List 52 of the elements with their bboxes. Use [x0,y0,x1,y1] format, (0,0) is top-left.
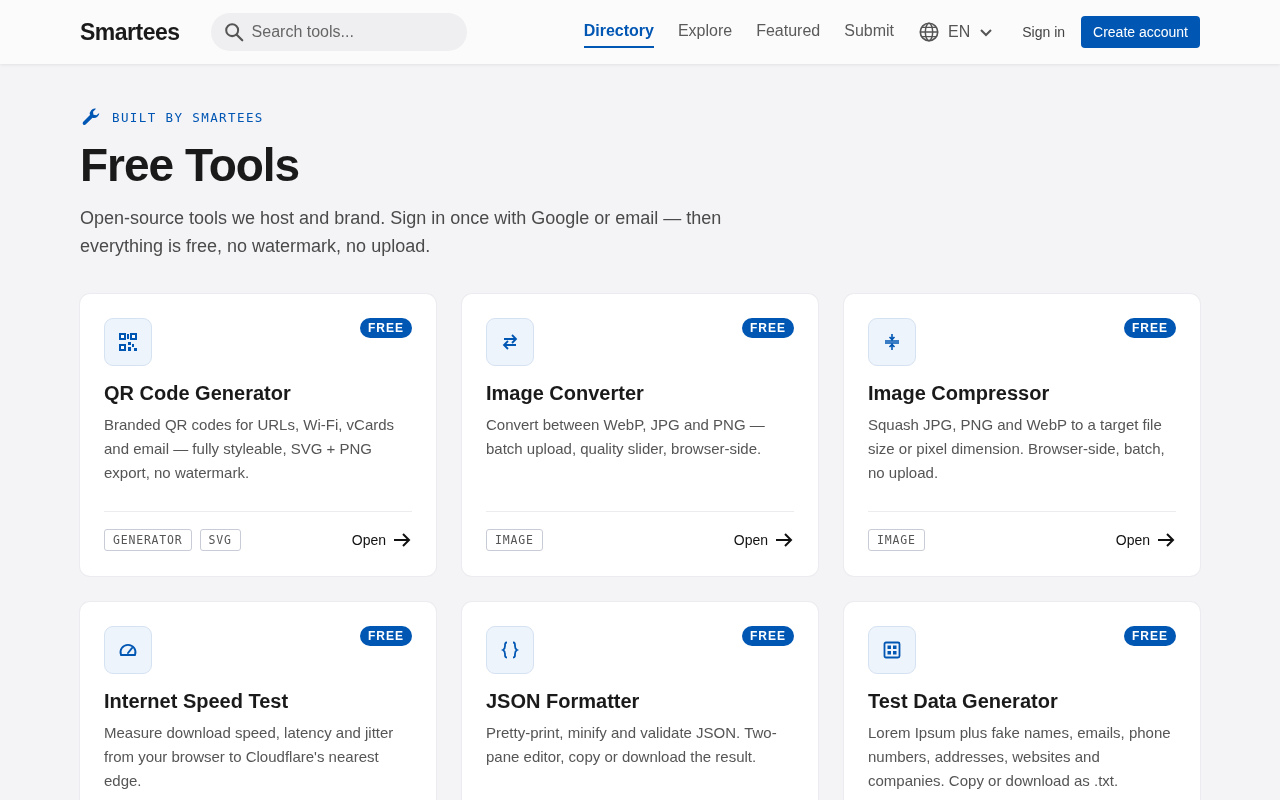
tool-card[interactable]: FREE Test Data Generator Lorem Ipsum plus fake names, emails, phone numbers, addresses, websites and companies. Copy or download as .txt. [844,602,1200,800]
nav-tab[interactable]: Directory [583,16,654,48]
open-link[interactable]: Open [733,530,794,550]
category-tag[interactable]: SVG [199,529,241,551]
card-description: Measure download speed, latency and jitter from your browser to Cloudflare's nearest edge. [104,723,395,791]
card-description: Lorem Ipsum plus fake names, emails, phone numbers, addresses, websites and companies. Copy or download as .txt. [868,723,1172,791]
card-title: Internet Speed Test [104,690,290,713]
free-badge: FREE [742,626,794,646]
free-badge: FREE [1124,318,1176,338]
card-title: QR Code Generator [104,382,292,405]
logo[interactable]: Smartees [80,18,180,46]
gauge-icon [104,626,152,674]
category-tag[interactable]: IMAGE [868,529,925,551]
search-icon [222,21,245,43]
open-link[interactable]: Open [351,530,412,550]
free-badge: FREE [360,318,412,338]
nav-tab[interactable]: Explore [677,16,733,48]
open-link[interactable]: Open [1115,530,1176,550]
grid-icon [868,626,916,674]
card-title: Image Compressor [868,382,1051,405]
card-description: Squash JPG, PNG and WebP to a target file size or pixel dimension. Browser-side, batch, no upload. [868,415,1166,483]
qr-code-icon [104,318,152,366]
language-selector[interactable]: EN [948,23,971,41]
globe-icon[interactable] [918,21,940,43]
tool-card[interactable]: FREE JSON Formatter Pretty-print, minify and validate JSON. Two-pane editor, copy or download the result. [462,602,818,800]
sign-in-link[interactable]: Sign in [1022,24,1066,40]
braces-icon [486,626,534,674]
nav-tab[interactable]: Featured [756,16,821,48]
tool-card[interactable]: FREE QR Code Generator Branded QR codes for URLs, Wi-Fi, vCards and email — fully styleable, SVG + PNG export, no watermark. GENERATOR SVG Open [80,294,436,576]
category-tag[interactable]: IMAGE [486,529,543,551]
swap-arrows-icon [486,318,534,366]
card-title: JSON Formatter [486,690,641,713]
card-description: Branded QR codes for URLs, Wi-Fi, vCards and email — fully styleable, SVG + PNG export, no watermark. [104,415,396,483]
free-badge: FREE [742,318,794,338]
wrench-icon [80,106,102,128]
tool-card[interactable]: FREE Internet Speed Test Measure download speed, latency and jitter from your browser to Cloudflare's nearest edge. [80,602,436,800]
page-title: Free Tools [80,138,301,192]
category-tag[interactable]: GENERATOR [104,529,192,551]
compress-icon [868,318,916,366]
search-field[interactable]: Search tools... [210,13,467,51]
card-description: Convert between WebP, JPG and PNG — batch upload, quality slider, browser-side. [486,415,766,459]
card-title: Image Converter [486,382,645,405]
nav-tab[interactable]: Submit [844,16,894,48]
free-badge: FREE [1124,626,1176,646]
tool-card[interactable]: FREE Image Compressor Squash JPG, PNG and WebP to a target file size or pixel dimension. Browser-side, batch, no upload. IMAGE Open [844,294,1200,576]
card-title: Test Data Generator [868,690,1059,713]
page-subtitle: Open-source tools we host and brand. Sign in once with Google or email — then everything is free, no watermark, no upload. [80,207,723,258]
free-badge: FREE [360,626,412,646]
eyebrow-label: BUILT BY SMARTEES [112,109,264,125]
card-description: Pretty-print, minify and validate JSON. Two-pane editor, copy or download the result. [486,723,778,767]
tool-card[interactable]: FREE Image Converter Convert between WebP, JPG and PNG — batch upload, quality slider, browser-side. IMAGE Open [462,294,818,576]
create-account-button[interactable]: Create account [1081,16,1200,48]
